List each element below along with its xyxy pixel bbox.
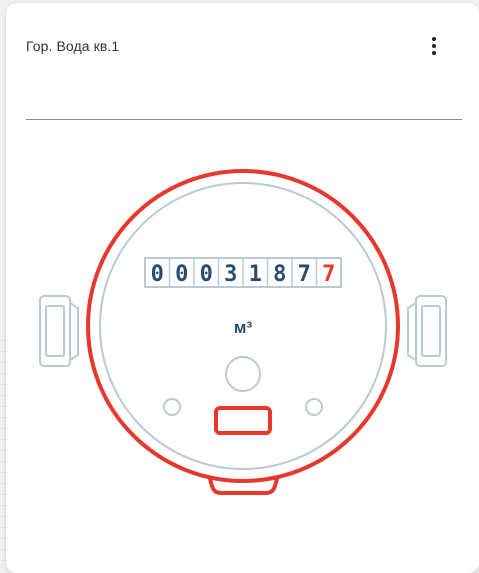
left-pipe-connector	[39, 295, 79, 367]
meter-card: Гор. Вода кв.1 00031877 м³	[6, 3, 479, 573]
meter-digit: 0	[200, 262, 213, 287]
meter-digit: 7	[298, 262, 311, 287]
meter-digit: 0	[151, 262, 164, 287]
digit-counter: 00031877	[144, 257, 342, 288]
meter-digit: 1	[249, 262, 262, 287]
meter-digit: 8	[273, 262, 286, 287]
meter-seal	[214, 406, 272, 435]
right-pipe-connector	[407, 295, 447, 367]
screw-hole-left	[163, 398, 181, 416]
meter-digit: 3	[224, 262, 237, 287]
meter-digit: 7	[322, 262, 335, 287]
meter-digit: 0	[175, 262, 188, 287]
meter-center-circle	[225, 356, 261, 392]
water-meter-graphic: 00031877 м³	[39, 169, 447, 495]
unit-label: м³	[234, 318, 253, 337]
screw-hole-right	[305, 398, 323, 416]
